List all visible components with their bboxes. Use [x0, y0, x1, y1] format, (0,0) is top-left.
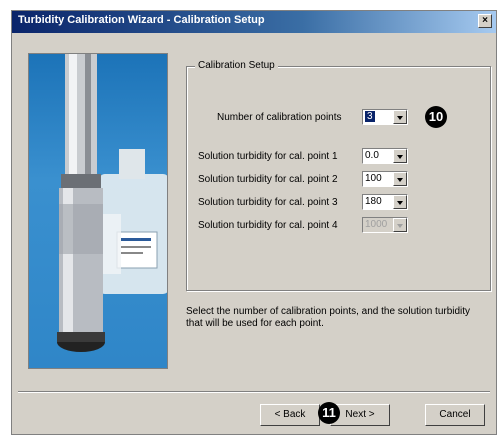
- point-1-label: Solution turbidity for cal. point 1: [198, 151, 338, 162]
- close-button[interactable]: ×: [478, 14, 492, 28]
- point-2-value: 100: [365, 173, 382, 184]
- point-3-value: 180: [365, 196, 382, 207]
- back-button[interactable]: < Back: [260, 404, 320, 426]
- chevron-down-icon: [393, 218, 407, 232]
- step-10-callout: 10: [425, 106, 447, 128]
- point-4-dropdown: 1000: [362, 217, 408, 233]
- step-11-callout: 11: [318, 402, 340, 424]
- point-3-dropdown[interactable]: 180: [362, 194, 408, 210]
- chevron-down-icon[interactable]: [393, 110, 407, 124]
- turbidity-probe-image: [28, 53, 168, 369]
- instruction-text: Select the number of calibration points,…: [186, 306, 471, 329]
- chevron-down-icon[interactable]: [393, 149, 407, 163]
- point-2-label: Solution turbidity for cal. point 2: [198, 174, 338, 185]
- num-points-label: Number of calibration points: [217, 112, 342, 123]
- group-legend: Calibration Setup: [195, 60, 278, 71]
- num-points-value: 3: [365, 111, 375, 122]
- probe-illustration: [57, 54, 167, 352]
- point-1-value: 0.0: [365, 150, 379, 161]
- window-title: Turbidity Calibration Wizard - Calibrati…: [18, 14, 265, 26]
- separator: [18, 391, 490, 393]
- point-2-dropdown[interactable]: 100: [362, 171, 408, 187]
- chevron-down-icon[interactable]: [393, 172, 407, 186]
- point-3-label: Solution turbidity for cal. point 3: [198, 197, 338, 208]
- chevron-down-icon[interactable]: [393, 195, 407, 209]
- title-bar[interactable]: Turbidity Calibration Wizard - Calibrati…: [12, 11, 496, 33]
- point-1-dropdown[interactable]: 0.0: [362, 148, 408, 164]
- num-points-dropdown[interactable]: 3: [362, 109, 408, 125]
- point-4-label: Solution turbidity for cal. point 4: [198, 220, 338, 231]
- point-4-value: 1000: [365, 219, 388, 230]
- cancel-button[interactable]: Cancel: [425, 404, 485, 426]
- wizard-window: Turbidity Calibration Wizard - Calibrati…: [11, 10, 497, 435]
